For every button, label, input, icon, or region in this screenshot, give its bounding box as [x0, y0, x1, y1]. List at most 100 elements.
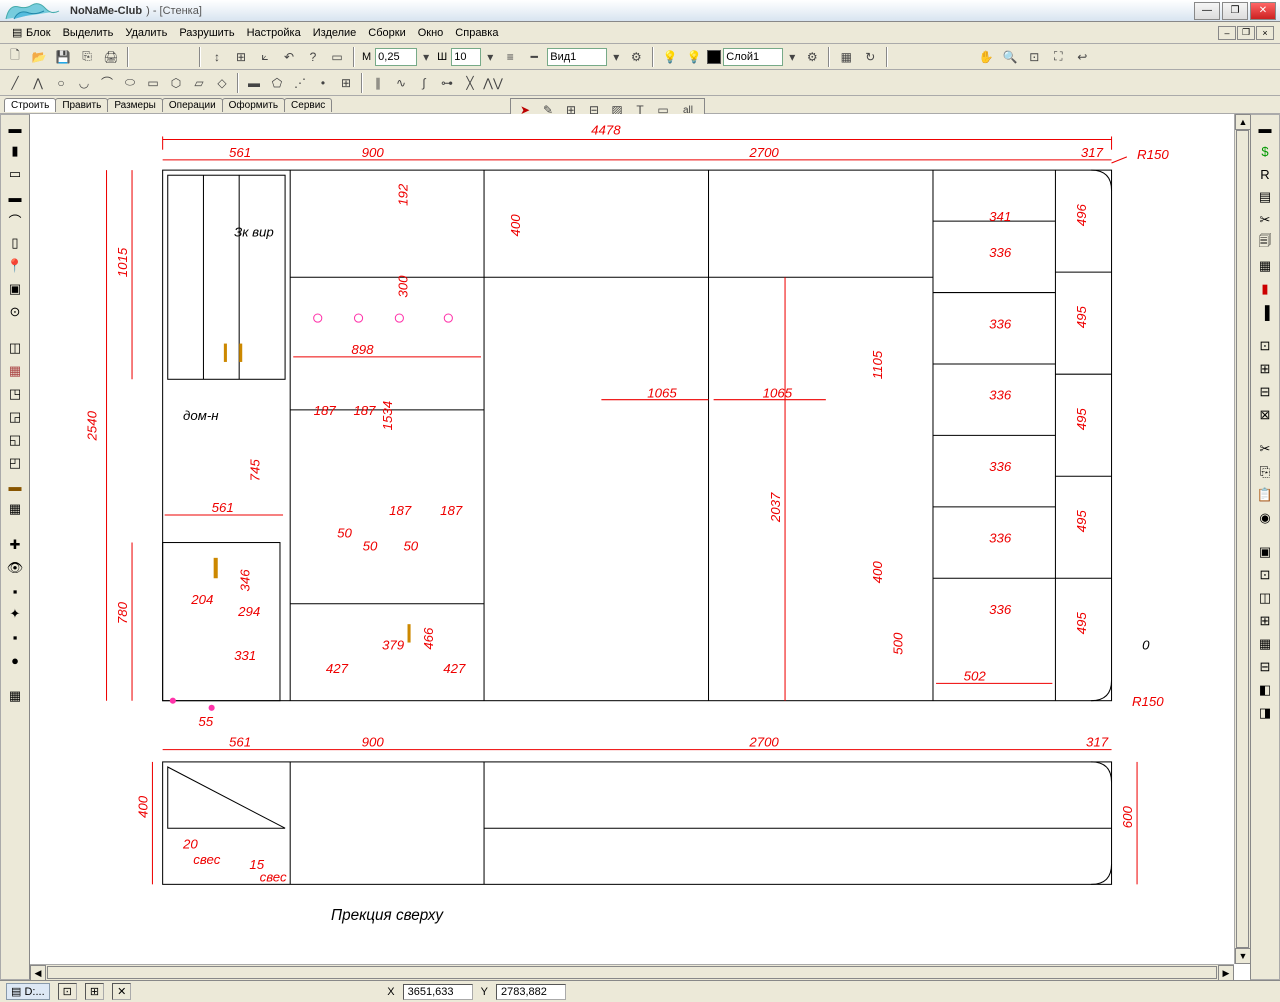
r-b3-icon[interactable]: ◫	[1254, 587, 1276, 609]
diag-icon[interactable]: ╳	[459, 72, 481, 94]
3d-box-icon[interactable]: ◫	[4, 337, 26, 359]
r-b4-icon[interactable]: ⊞	[1254, 610, 1276, 632]
scroll-right-button[interactable]: ▶	[1218, 965, 1234, 980]
rect2-icon[interactable]: ▬	[243, 72, 265, 94]
grid-icon[interactable]: ⊞	[230, 46, 252, 68]
conn-icon[interactable]: ⊶	[436, 72, 458, 94]
r-b2-icon[interactable]: ⊡	[1254, 564, 1276, 586]
box-icon[interactable]: ▭	[326, 46, 348, 68]
r-b6-icon[interactable]: ⊟	[1254, 656, 1276, 678]
undo-icon[interactable]: ↶	[278, 46, 300, 68]
door-icon[interactable]: ▯	[4, 232, 26, 254]
view-select[interactable]	[547, 48, 607, 66]
zoom-in-icon[interactable]: 🔍	[999, 46, 1021, 68]
menu-window[interactable]: Окно	[412, 25, 450, 41]
bulb-on-icon[interactable]: 💡	[659, 46, 681, 68]
save-all-icon[interactable]: ⎘	[76, 46, 98, 68]
maximize-button[interactable]: ❐	[1222, 2, 1248, 20]
eye-icon[interactable]: 👁	[4, 557, 26, 579]
arc-icon[interactable]: ◡	[73, 72, 95, 94]
zoom-prev-icon[interactable]: ↩	[1071, 46, 1093, 68]
cube4-icon[interactable]: ◰	[4, 452, 26, 474]
lineweight-icon[interactable]: ━	[523, 46, 545, 68]
arc-icon[interactable]: ⌒	[4, 209, 26, 231]
pan-icon[interactable]: ✋	[975, 46, 997, 68]
status-win-icon3[interactable]: ✕	[112, 983, 131, 1000]
panel1-icon[interactable]: ▬	[4, 117, 26, 139]
print-icon[interactable]: 🖨	[100, 46, 122, 68]
view-config-icon[interactable]: ⚙	[625, 46, 647, 68]
spline-icon[interactable]: ∫	[413, 72, 435, 94]
scroll-down-button[interactable]: ▼	[1235, 948, 1250, 964]
r-t3-icon[interactable]: 🗐	[1254, 232, 1276, 254]
wall-icon[interactable]: ▦	[4, 360, 26, 382]
palette-icon[interactable]: ▦	[835, 46, 857, 68]
menu-select[interactable]: Выделить	[57, 25, 120, 41]
mdi-restore[interactable]: ❐	[1237, 26, 1255, 40]
scroll-left-button[interactable]: ◀	[30, 965, 46, 980]
r-t1-icon[interactable]: ▤	[1254, 186, 1276, 208]
point-icon[interactable]: •	[312, 72, 334, 94]
r-panel-icon[interactable]: ▬	[1254, 117, 1276, 139]
scroll-thumb-v[interactable]	[1236, 130, 1249, 948]
status-win-icon1[interactable]: ⊡	[58, 983, 77, 1000]
w-dropdown[interactable]: ▾	[483, 46, 497, 68]
r-copy-icon[interactable]: ⎘	[1254, 461, 1276, 483]
view-dropdown[interactable]: ▾	[609, 46, 623, 68]
menu-assemblies[interactable]: Сборки	[362, 25, 411, 41]
shape2-icon[interactable]: ◇	[211, 72, 233, 94]
menu-destroy[interactable]: Разрушить	[173, 25, 240, 41]
vertical-scrollbar[interactable]: ▲ ▼	[1234, 114, 1250, 964]
r-b8-icon[interactable]: ◨	[1254, 702, 1276, 724]
shape1-icon[interactable]: ▱	[188, 72, 210, 94]
parallel-icon[interactable]: ∥	[367, 72, 389, 94]
drawing-canvas[interactable]: 4478 561 900 2700 317 R150 2540	[30, 114, 1234, 964]
menu-help[interactable]: Справка	[449, 25, 504, 41]
panel4-icon[interactable]: ▬	[4, 186, 26, 208]
r-dollar-icon[interactable]: $	[1254, 140, 1276, 162]
r-scissors-icon[interactable]: ✂	[1254, 438, 1276, 460]
curve-icon[interactable]: ∿	[390, 72, 412, 94]
r-m3-icon[interactable]: ⊟	[1254, 381, 1276, 403]
rubik-icon[interactable]: ▦	[4, 498, 26, 520]
r-red-icon[interactable]: ▮	[1254, 278, 1276, 300]
hex-icon[interactable]: ⬡	[165, 72, 187, 94]
r-paste-icon[interactable]: 📋	[1254, 484, 1276, 506]
panel2-icon[interactable]: ▮	[4, 140, 26, 162]
axis-icon[interactable]: ↕	[206, 46, 228, 68]
rect-icon[interactable]: ▭	[142, 72, 164, 94]
zoom-extents-icon[interactable]: ⛶	[1047, 46, 1069, 68]
grid2-icon[interactable]: ⊞	[335, 72, 357, 94]
r-flag-icon[interactable]: ▐	[1254, 301, 1276, 323]
bulb-half-icon[interactable]: 💡	[683, 46, 705, 68]
r-R-icon[interactable]: R	[1254, 163, 1276, 185]
zoom-window-icon[interactable]: ⊡	[1023, 46, 1045, 68]
m-dropdown[interactable]: ▾	[419, 46, 433, 68]
scroll-up-button[interactable]: ▲	[1235, 114, 1250, 130]
xline-icon[interactable]: ⋰	[289, 72, 311, 94]
line-icon[interactable]: ╱	[4, 72, 26, 94]
tab-build[interactable]: Строить	[4, 98, 56, 112]
circle2-icon[interactable]: ●	[4, 649, 26, 671]
new-icon[interactable]: 🗋	[4, 46, 26, 68]
r-m1-icon[interactable]: ⊡	[1254, 335, 1276, 357]
mdi-minimize[interactable]: –	[1218, 26, 1236, 40]
point2-icon[interactable]: ⊙	[4, 301, 26, 323]
scroll-thumb-h[interactable]	[47, 966, 1217, 979]
gray2-icon[interactable]: ▪	[4, 626, 26, 648]
open-icon[interactable]: 📂	[28, 46, 50, 68]
tab-ops[interactable]: Операции	[162, 98, 223, 112]
r-b5-icon[interactable]: ▦	[1254, 633, 1276, 655]
box3-icon[interactable]: ▣	[4, 278, 26, 300]
zigzag-icon[interactable]: ⋀⋁	[482, 72, 504, 94]
close-button[interactable]: ✕	[1250, 2, 1276, 20]
r-t4-icon[interactable]: ▦	[1254, 255, 1276, 277]
r-m4-icon[interactable]: ⊠	[1254, 404, 1276, 426]
circle-icon[interactable]: ○	[50, 72, 72, 94]
taskbar-app-icon[interactable]: ▤ D:...	[6, 983, 50, 1000]
plus2-icon[interactable]: ✚	[4, 534, 26, 556]
r-b7-icon[interactable]: ◧	[1254, 679, 1276, 701]
horizontal-scrollbar[interactable]: ◀ ▶	[30, 964, 1234, 980]
m-input[interactable]	[375, 48, 417, 66]
tab-edit[interactable]: Править	[55, 98, 108, 112]
